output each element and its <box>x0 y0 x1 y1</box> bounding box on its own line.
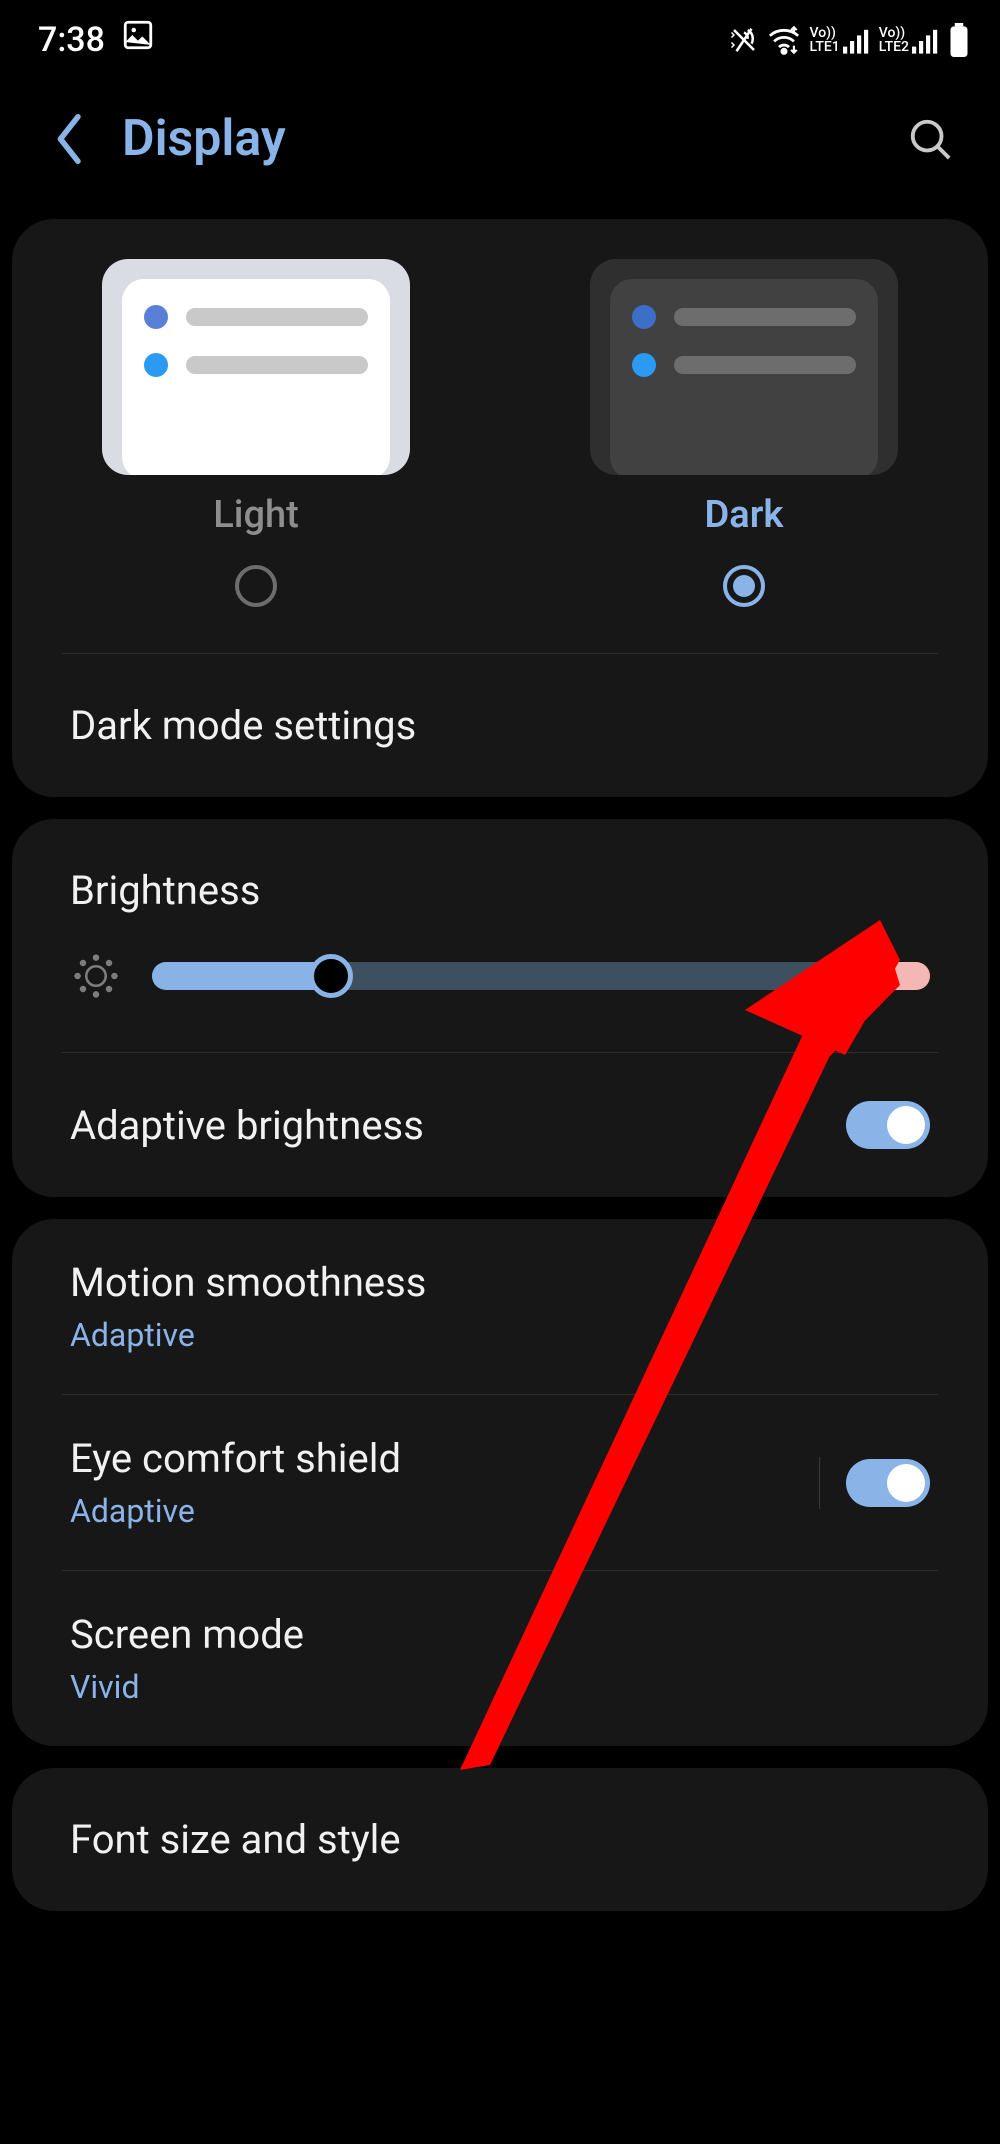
page-title: Display <box>122 110 286 168</box>
brightness-card: Brightness <box>12 819 988 1197</box>
sim1-indicator: Vo))LTE1 <box>809 26 870 54</box>
theme-option-dark[interactable]: Dark <box>500 259 988 623</box>
light-radio[interactable] <box>235 565 277 607</box>
slider-thumb[interactable] <box>309 954 353 998</box>
dark-mode-settings-item[interactable]: Dark mode settings <box>12 654 988 797</box>
page-header: Display <box>0 79 1000 219</box>
font-card: Font size and style <box>12 1768 988 1911</box>
display-options-card: Motion smoothness Adaptive Eye comfort s… <box>12 1219 988 1746</box>
screen-mode-title: Screen mode <box>70 1611 304 1658</box>
motion-title: Motion smoothness <box>70 1259 426 1306</box>
adaptive-brightness-label: Adaptive brightness <box>70 1102 424 1149</box>
light-preview <box>102 259 410 475</box>
screen-mode-sub: Vivid <box>70 1668 304 1706</box>
font-title: Font size and style <box>70 1816 401 1863</box>
search-button[interactable] <box>900 109 960 169</box>
eye-comfort-toggle[interactable] <box>846 1459 930 1507</box>
eye-comfort-item[interactable]: Eye comfort shield Adaptive <box>12 1395 988 1570</box>
vibrate-icon <box>729 25 759 55</box>
theme-option-light[interactable]: Light <box>12 259 500 623</box>
brightness-title: Brightness <box>70 867 260 914</box>
dark-mode-settings-label: Dark mode settings <box>70 702 416 749</box>
status-bar: 7:38 <box>0 0 1000 79</box>
dark-radio[interactable] <box>723 565 765 607</box>
screen-mode-item[interactable]: Screen mode Vivid <box>12 1571 988 1746</box>
brightness-icon <box>70 950 122 1002</box>
brightness-slider[interactable] <box>152 962 930 990</box>
eye-title: Eye comfort shield <box>70 1435 401 1482</box>
slider-warning-zone <box>840 962 930 990</box>
gallery-icon <box>121 18 155 61</box>
adaptive-brightness-item[interactable]: Adaptive brightness <box>12 1053 988 1197</box>
font-item[interactable]: Font size and style <box>12 1768 988 1911</box>
adaptive-brightness-toggle[interactable] <box>846 1101 930 1149</box>
light-label: Light <box>213 493 299 537</box>
eye-sub: Adaptive <box>70 1492 401 1530</box>
sim2-indicator: Vo))LTE2 <box>879 26 940 54</box>
motion-smoothness-item[interactable]: Motion smoothness Adaptive <box>12 1219 988 1394</box>
dark-preview <box>590 259 898 475</box>
wifi-icon <box>767 25 801 55</box>
status-time: 7:38 <box>38 20 105 60</box>
motion-sub: Adaptive <box>70 1316 426 1354</box>
dark-label: Dark <box>705 493 784 537</box>
theme-card: Light Dark Dark mode settings <box>12 219 988 797</box>
battery-icon <box>948 23 970 57</box>
back-button[interactable] <box>40 109 100 169</box>
